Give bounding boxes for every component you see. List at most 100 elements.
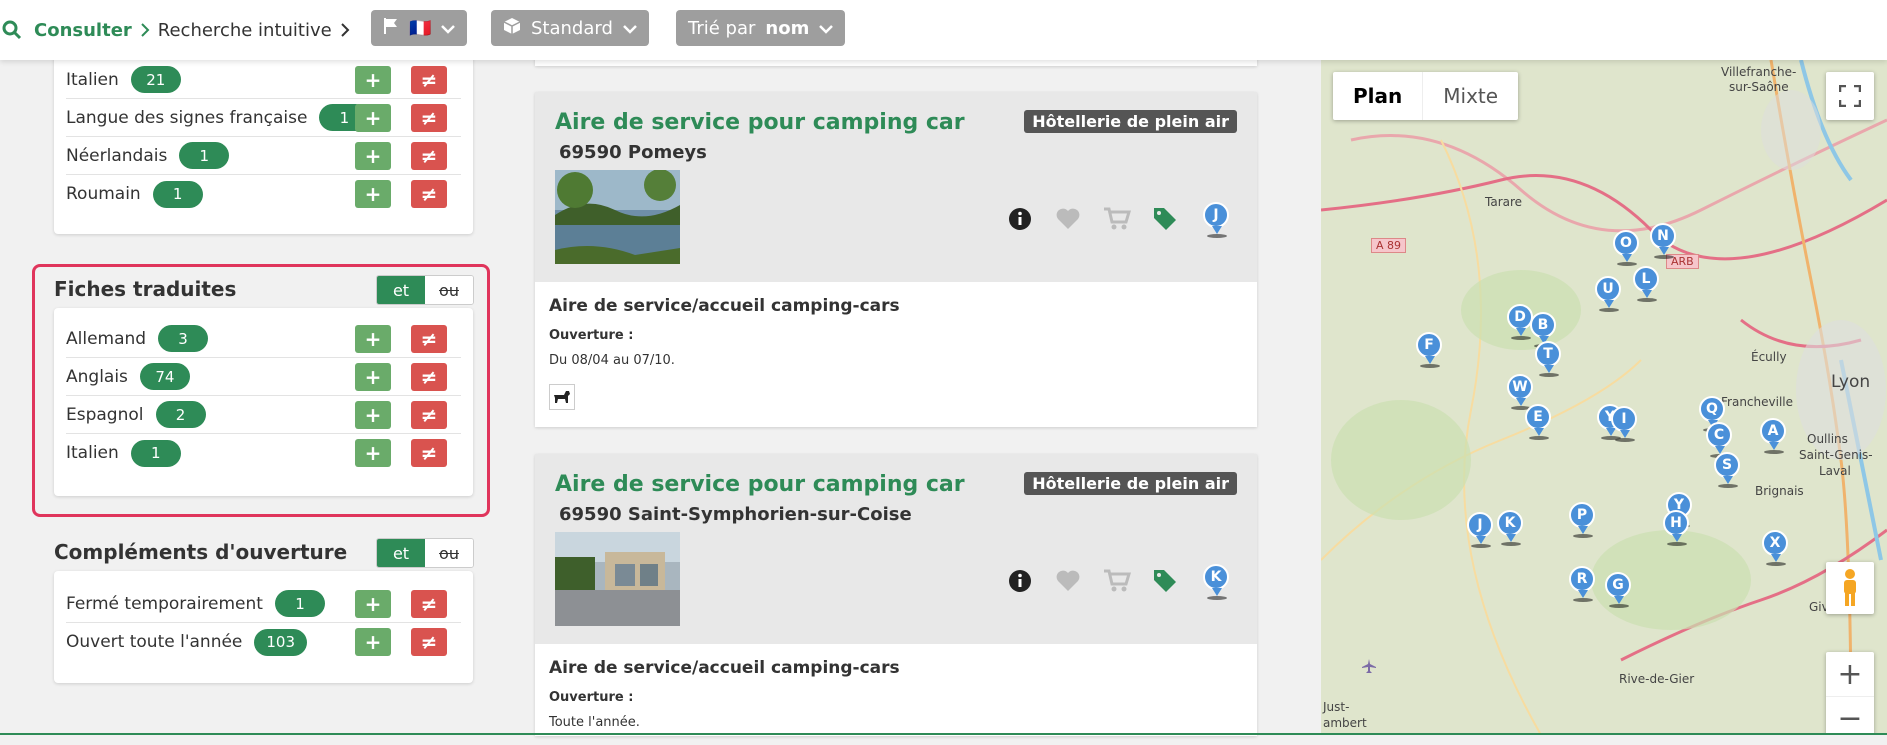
sort-dropdown[interactable]: Trié par nom [676,10,846,46]
city-label: sur-Saône [1729,80,1789,94]
count-badge: 103 [254,628,308,656]
include-button[interactable]: + [355,362,391,391]
zoom-out-button[interactable]: − [1826,696,1874,735]
city-label: Tarare [1485,195,1523,209]
exclude-button[interactable]: ≠ [411,439,447,467]
info-icon[interactable] [1005,566,1035,596]
card-address: 69590 Saint-Symphorien-sur-Coise [559,504,912,525]
cart-icon[interactable] [1102,566,1132,596]
exclude-button[interactable]: ≠ [411,589,447,618]
chevron-down-icon [441,18,456,39]
filter-label: Néerlandais [66,145,168,166]
or-button[interactable]: ou [425,539,473,567]
map-marker-icon[interactable]: R [1569,566,1597,602]
card-title[interactable]: Aire de service pour camping car [555,110,965,135]
and-button[interactable]: et [377,276,425,304]
count-badge: 21 [130,66,181,93]
map-marker-icon[interactable]: I [1611,406,1639,442]
airport-icon [1361,658,1377,678]
exclude-button[interactable]: ≠ [411,400,447,429]
cart-icon[interactable] [1102,204,1132,234]
map-marker-icon[interactable]: X [1762,530,1790,566]
filter-label: Ouvert toute l'année [66,632,243,652]
map-marker-icon[interactable]: F [1416,332,1444,368]
breadcrumb-consulter[interactable]: Consulter [34,20,132,41]
map-marker-icon[interactable]: N [1650,223,1678,259]
and-or-toggle: et ou [376,275,474,305]
map-marker-icon[interactable]: S [1714,452,1742,488]
map-marker-icon[interactable]: J [1203,202,1231,238]
exclude-button[interactable]: ≠ [411,141,447,170]
map-marker-icon[interactable]: H [1663,510,1691,546]
exclude-button[interactable]: ≠ [411,180,447,208]
filter-row: Néerlandais 1 + ≠ [66,137,461,175]
map-marker-icon[interactable]: T [1535,341,1563,377]
street-view-icon[interactable] [1826,562,1874,614]
heart-icon[interactable] [1053,566,1083,596]
include-button[interactable]: + [355,400,391,429]
include-button[interactable]: + [355,103,391,132]
exclude-button[interactable]: ≠ [411,103,447,132]
filter-label: Roumain [66,184,141,204]
map-marker-icon[interactable]: E [1525,404,1553,440]
and-button[interactable]: et [377,539,425,567]
count-badge: 1 [179,142,230,169]
breadcrumb-recherche[interactable]: Recherche intuitive [158,20,332,41]
card-title[interactable]: Aire de service pour camping car [555,472,965,497]
map-marker-icon[interactable]: O [1613,230,1641,266]
include-button[interactable]: + [355,324,391,353]
view-dropdown[interactable]: Standard [491,10,649,46]
card-type: Aire de service/accueil camping-cars [549,296,900,316]
map-marker-icon[interactable]: L [1633,266,1661,302]
tag-icon[interactable] [1150,204,1180,234]
map[interactable]: Villefranche- sur-Saône Tarare Écully Ly… [1321,60,1887,735]
tag-icon[interactable] [1150,566,1180,596]
map-marker-icon[interactable]: A [1760,418,1788,454]
exclude-button[interactable]: ≠ [411,628,447,656]
filter-row: Italien 1 + ≠ [66,434,461,472]
map-marker-icon[interactable]: J [1467,512,1495,548]
zoom-in-button[interactable]: + [1837,652,1862,696]
map-background [1321,60,1887,735]
city-label: Saint-Genis- [1799,448,1873,462]
card-thumbnail[interactable] [555,532,680,626]
include-button[interactable]: + [355,628,391,656]
count-badge: 1 [130,439,181,467]
city-label: Just- [1323,700,1350,714]
map-marker-icon[interactable]: K [1203,564,1231,600]
map-mixed-button[interactable]: Mixte [1422,72,1518,120]
result-card[interactable]: Aire de service pour camping car 69590 S… [535,454,1257,736]
include-button[interactable]: + [355,180,391,208]
heart-icon[interactable] [1053,204,1083,234]
or-button[interactable]: ou [425,276,473,304]
exclude-button[interactable]: ≠ [411,362,447,391]
search-icon[interactable] [2,20,22,40]
include-button[interactable]: + [355,439,391,467]
sort-prefix: Trié par [688,17,756,39]
opening-value: Du 08/04 au 07/10. [549,353,675,368]
exclude-button[interactable]: ≠ [411,324,447,353]
include-button[interactable]: + [355,589,391,618]
card-thumbnail[interactable] [555,169,680,264]
count-badge: 74 [139,363,190,390]
info-icon[interactable] [1005,204,1035,234]
chevron-right-icon [140,23,150,37]
city-label: Oullins [1807,432,1848,446]
translated-panel: Allemand 3 + ≠ Anglais 74 + ≠ Espagnol 2… [54,308,473,496]
include-button[interactable]: + [355,65,391,94]
map-marker-icon[interactable]: G [1605,572,1633,608]
map-marker-icon[interactable]: P [1569,502,1597,538]
chevron-down-icon [819,18,834,39]
exclude-button[interactable]: ≠ [411,65,447,94]
map-marker-icon[interactable]: K [1497,510,1525,546]
chevron-right-icon [340,23,350,37]
fullscreen-icon[interactable] [1826,72,1874,120]
opening-value: Toute l'année. [549,715,640,730]
map-plan-button[interactable]: Plan [1333,72,1422,120]
include-button[interactable]: + [355,141,391,170]
result-card[interactable]: Aire de service pour camping car 69590 P… [535,92,1257,427]
filter-label: Fermé temporairement [66,593,263,614]
map-marker-icon[interactable]: U [1595,276,1623,312]
language-dropdown[interactable]: 🇫🇷 [371,10,468,46]
filter-label: Allemand [66,328,147,349]
